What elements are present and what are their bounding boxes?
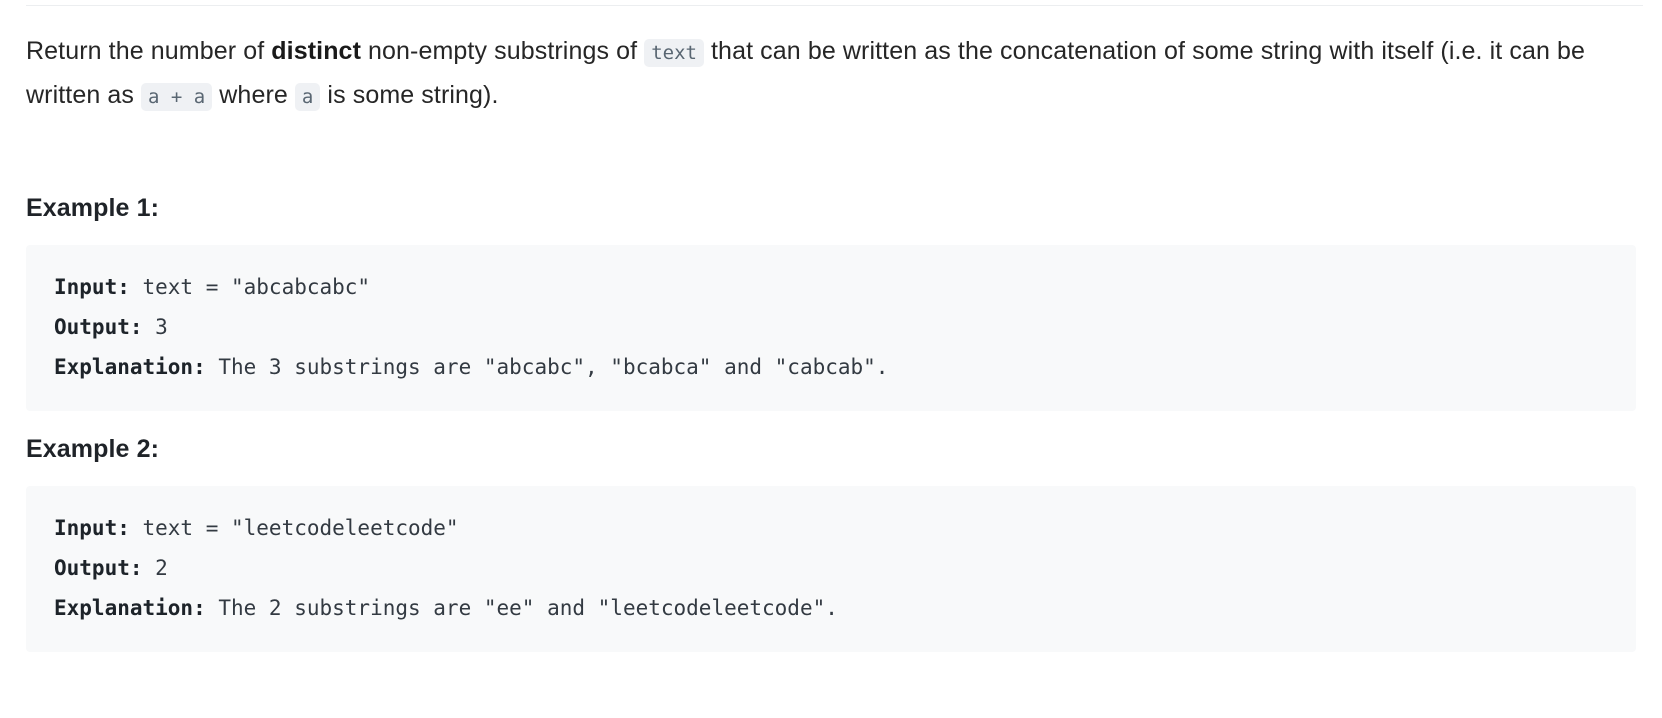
statement-text-part4: where	[212, 81, 295, 109]
code-label-output: Output:	[54, 315, 143, 339]
problem-content: Return the number of distinct non-empty …	[0, 0, 1662, 676]
code-line-input: Input: text = "abcabcabc"	[54, 267, 1608, 307]
problem-statement: Return the number of distinct non-empty …	[26, 30, 1636, 118]
statement-emphasis-distinct: distinct	[271, 37, 361, 65]
code-label-explanation: Explanation:	[54, 355, 206, 379]
code-line-output: Output: 2	[54, 548, 1608, 588]
code-line-output: Output: 3	[54, 307, 1608, 347]
code-line-explanation: Explanation: The 3 substrings are "abcab…	[54, 347, 1608, 387]
code-line-input: Input: text = "leetcodeleetcode"	[54, 508, 1608, 548]
example-2-heading: Example 2:	[26, 435, 160, 463]
inline-code-a: a	[294, 83, 321, 111]
code-value-input: text = "leetcodeleetcode"	[129, 516, 459, 540]
statement-text-part1: Return the number of	[26, 37, 272, 65]
code-label-explanation: Explanation:	[54, 596, 206, 620]
code-label-input: Input:	[54, 516, 130, 540]
code-line-explanation: Explanation: The 2 substrings are "ee" a…	[54, 588, 1608, 628]
statement-text-part2: non-empty substrings of	[361, 37, 645, 65]
code-value-explanation: The 3 substrings are "abcabc", "bcabca" …	[205, 355, 889, 379]
problem-description-panel: Return the number of distinct non-empty …	[0, 0, 1662, 718]
inline-code-a-plus-a: a + a	[141, 83, 213, 111]
code-label-input: Input:	[54, 275, 130, 299]
inline-code-text: text	[644, 39, 704, 67]
code-value-output: 3	[142, 315, 168, 339]
code-label-output: Output:	[54, 556, 143, 580]
statement-text-part5: is some string).	[320, 81, 499, 109]
example-1-code-block: Input: text = "abcabcabc" Output: 3 Expl…	[26, 245, 1636, 411]
example-1-heading: Example 1:	[26, 194, 160, 222]
code-value-input: text = "abcabcabc"	[129, 275, 371, 299]
example-2-code-block: Input: text = "leetcodeleetcode" Output:…	[26, 486, 1636, 652]
code-value-explanation: The 2 substrings are "ee" and "leetcodel…	[205, 596, 838, 620]
code-value-output: 2	[142, 556, 168, 580]
